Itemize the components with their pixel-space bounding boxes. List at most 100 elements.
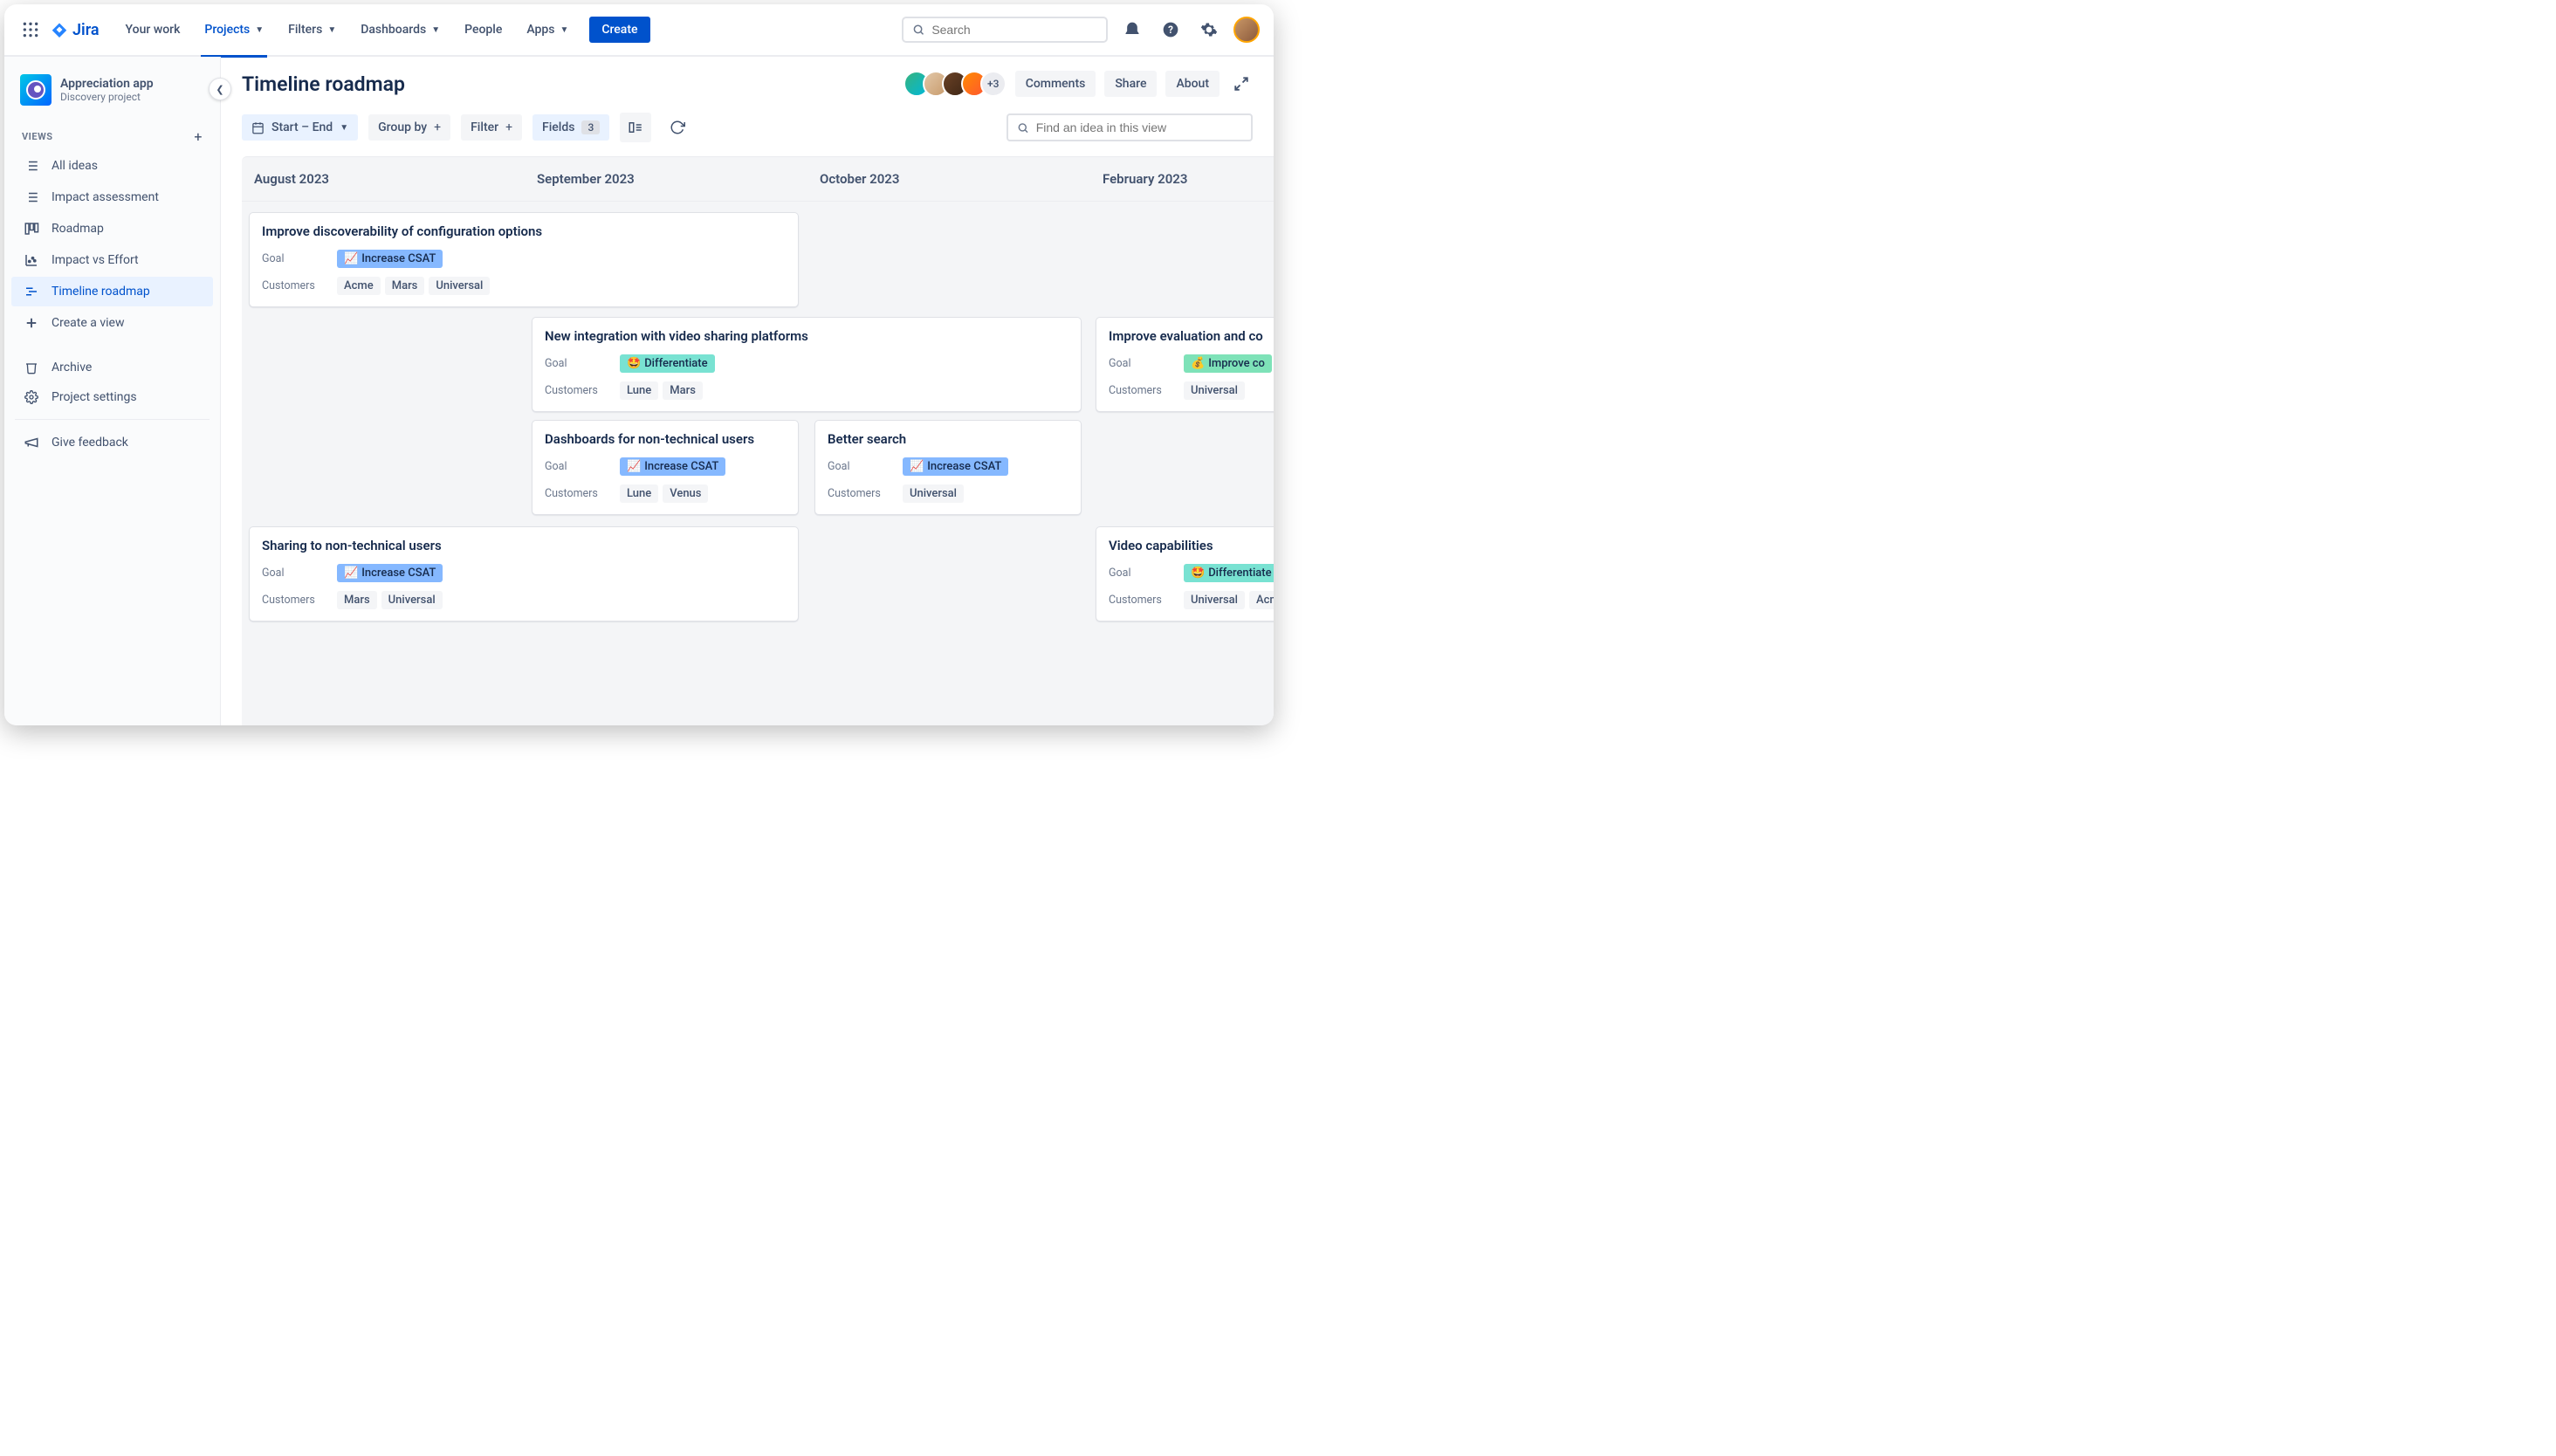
customer-tag: Mars	[337, 591, 377, 609]
create-button[interactable]: Create	[589, 17, 649, 43]
customers-label: Customers	[262, 279, 337, 292]
customers-label: Customers	[545, 384, 620, 397]
goal-tag: 📈 Increase CSAT	[337, 564, 443, 582]
refresh-button[interactable]	[662, 113, 693, 142]
date-range-chip[interactable]: Start – End ▼	[242, 114, 358, 141]
user-avatar[interactable]	[1233, 17, 1260, 43]
nav-your-work[interactable]: Your work	[115, 16, 191, 44]
customer-tag: Lune	[620, 381, 658, 400]
customer-tag: Universal	[1184, 381, 1245, 400]
fields-count-badge: 3	[581, 120, 600, 134]
expand-icon[interactable]	[1230, 72, 1253, 95]
timeline-icon	[22, 284, 41, 299]
customer-tag: Universal	[1184, 591, 1245, 609]
plus-icon: +	[505, 120, 512, 134]
project-header[interactable]: Appreciation app Discovery project	[11, 72, 213, 120]
sidebar-item-project-settings[interactable]: Project settings	[11, 383, 213, 411]
card-title: Improve discoverability of configuration…	[262, 223, 786, 239]
project-type: Discovery project	[60, 91, 154, 103]
sidebar-item-impact-vs-effort[interactable]: Impact vs Effort	[11, 245, 213, 275]
customer-tag: Mars	[385, 277, 425, 295]
plus-icon	[22, 315, 41, 331]
avatar-overflow[interactable]: +3	[980, 71, 1007, 97]
chevron-down-icon: ▼	[431, 25, 440, 35]
megaphone-icon	[22, 435, 41, 450]
sidebar-item-timeline-roadmap[interactable]: Timeline roadmap	[11, 277, 213, 306]
app-switcher-icon[interactable]	[18, 17, 43, 42]
idea-card[interactable]: Sharing to non-technical users Goal 📈 In…	[249, 526, 799, 622]
goal-label: Goal	[828, 460, 903, 473]
plus-icon: +	[434, 120, 441, 134]
chevron-down-icon: ▼	[560, 25, 568, 35]
goal-label: Goal	[1109, 567, 1184, 580]
customer-tag: Venus	[663, 484, 708, 503]
customer-tag: Acme	[337, 277, 381, 295]
search-input[interactable]	[931, 23, 1097, 37]
month-header: September 2023	[525, 157, 807, 201]
global-search[interactable]	[902, 17, 1108, 43]
idea-card[interactable]: Video capabilities Goal 🤩 Differentiate …	[1096, 526, 1274, 622]
project-icon	[20, 74, 52, 106]
sidebar-item-create-view[interactable]: Create a view	[11, 308, 213, 338]
sidebar-item-roadmap[interactable]: Roadmap	[11, 214, 213, 244]
card-title: New integration with video sharing platf…	[545, 328, 1068, 344]
goal-tag: 🤩 Differentiate	[620, 354, 715, 373]
goal-tag: 📈 Increase CSAT	[620, 457, 725, 476]
month-header: August 2023	[242, 157, 525, 201]
sidebar-item-all-ideas[interactable]: All ideas	[11, 151, 213, 181]
customers-label: Customers	[828, 487, 903, 500]
goal-label: Goal	[545, 357, 620, 370]
filter-chip[interactable]: Filter +	[461, 114, 522, 141]
search-icon	[912, 23, 924, 37]
collapse-sidebar-button[interactable]: ❮	[209, 78, 231, 100]
help-icon[interactable]: ?	[1157, 16, 1185, 44]
customers-label: Customers	[545, 487, 620, 500]
collaborator-avatars[interactable]: +3	[904, 71, 1007, 97]
find-idea-search[interactable]	[1007, 113, 1253, 141]
card-title: Dashboards for non-technical users	[545, 431, 786, 447]
customers-label: Customers	[262, 594, 337, 607]
sidebar-item-give-feedback[interactable]: Give feedback	[11, 428, 213, 457]
comments-button[interactable]: Comments	[1015, 71, 1096, 97]
list-icon	[22, 189, 41, 205]
idea-card[interactable]: Better search Goal 📈 Increase CSAT Custo…	[814, 420, 1082, 515]
views-section-label: VIEWS	[22, 131, 53, 142]
card-title: Better search	[828, 431, 1068, 447]
page-title: Timeline roadmap	[242, 72, 405, 96]
logo-text: Jira	[72, 21, 100, 39]
nav-filters[interactable]: Filters▼	[278, 16, 347, 44]
find-idea-input[interactable]	[1036, 120, 1242, 134]
notifications-icon[interactable]	[1118, 16, 1146, 44]
month-header: October 2023	[807, 157, 1090, 201]
search-icon	[1017, 121, 1029, 134]
chevron-down-icon: ▼	[327, 25, 336, 35]
sidebar-item-impact-assessment[interactable]: Impact assessment	[11, 182, 213, 212]
gear-icon	[22, 390, 41, 404]
share-button[interactable]: Share	[1104, 71, 1157, 97]
list-icon	[22, 158, 41, 174]
group-by-chip[interactable]: Group by +	[368, 114, 450, 141]
sidebar-item-archive[interactable]: Archive	[11, 354, 213, 381]
settings-icon[interactable]	[1195, 16, 1223, 44]
idea-card[interactable]: Improve discoverability of configuration…	[249, 212, 799, 307]
goal-tag: 💰 Improve co	[1184, 354, 1272, 373]
nav-people[interactable]: People	[454, 16, 512, 44]
layout-options-button[interactable]	[620, 113, 651, 142]
about-button[interactable]: About	[1165, 71, 1220, 97]
goal-label: Goal	[1109, 357, 1184, 370]
idea-card[interactable]: New integration with video sharing platf…	[532, 317, 1082, 412]
add-view-icon[interactable]: +	[194, 128, 203, 145]
customer-tag: Universal	[903, 484, 964, 503]
jira-logo[interactable]: Jira	[50, 20, 100, 39]
customer-tag: Lune	[620, 484, 658, 503]
nav-apps[interactable]: Apps▼	[516, 16, 579, 44]
card-title: Improve evaluation and co	[1109, 328, 1274, 344]
nav-projects[interactable]: Projects▼	[194, 16, 274, 44]
idea-card[interactable]: Dashboards for non-technical users Goal …	[532, 420, 799, 515]
chart-icon	[22, 252, 41, 268]
fields-chip[interactable]: Fields 3	[532, 114, 609, 141]
nav-dashboards[interactable]: Dashboards▼	[350, 16, 450, 44]
chevron-down-icon: ▼	[340, 123, 348, 133]
idea-card[interactable]: Improve evaluation and co Goal 💰 Improve…	[1096, 317, 1274, 412]
customer-tag: Universal	[381, 591, 443, 609]
